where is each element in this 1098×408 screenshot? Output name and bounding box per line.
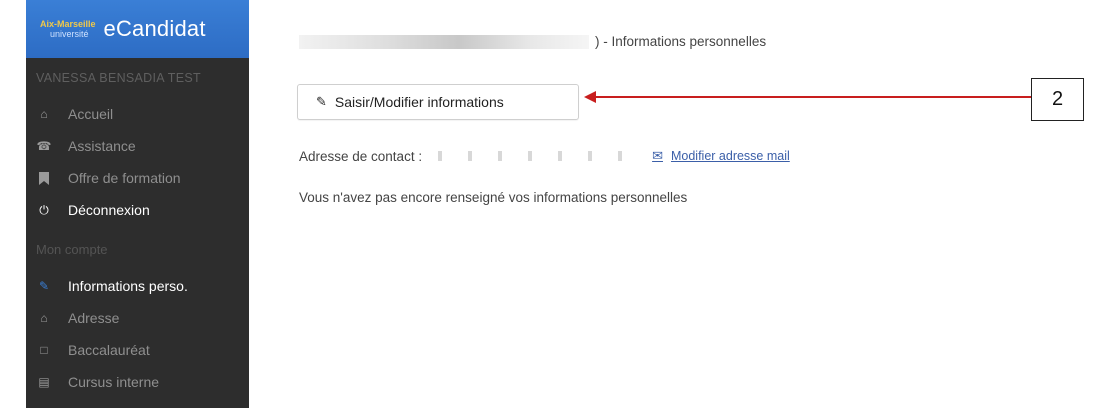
nav-label: Adresse <box>68 310 120 326</box>
institution-icon: ▤ <box>38 375 50 389</box>
brand-header[interactable]: Aix-Marseille université eCandidat <box>26 0 249 58</box>
page: Aix-Marseille université eCandidat VANES… <box>0 0 1098 408</box>
modify-mail-label: Modifier adresse mail <box>670 149 790 163</box>
bookmark-icon <box>36 170 52 186</box>
nav-label: Baccalauréat <box>68 342 150 358</box>
info-message: Vous n'avez pas encore renseigné vos inf… <box>299 190 688 205</box>
envelope-icon: ✉ <box>652 148 663 163</box>
nav-item-informations-perso[interactable]: ✎ Informations perso. <box>26 270 249 302</box>
nav-label: Informations perso. <box>68 278 188 294</box>
page-title-text: ) - Informations personnelles <box>595 34 767 49</box>
annotation-number-box: 2 <box>1031 78 1084 121</box>
main-content: ) - Informations personnelles ✎ Saisir/M… <box>249 0 1098 408</box>
graduation-icon: □ <box>40 343 48 357</box>
nav-item-cursus-interne[interactable]: ▤ Cursus interne <box>26 366 249 398</box>
nav-item-offre-formation[interactable]: Offre de formation <box>26 162 249 194</box>
sidebar: Aix-Marseille université eCandidat VANES… <box>26 0 249 408</box>
user-name: VANESSA BENSADIA TEST <box>36 71 201 85</box>
section-title-mon-compte: Mon compte <box>36 241 108 257</box>
redacted-name <box>299 34 589 49</box>
modify-mail-link[interactable]: ✉ Modifier adresse mail <box>652 148 790 164</box>
contact-label: Adresse de contact : <box>299 148 423 164</box>
edit-information-button[interactable]: ✎ Saisir/Modifier informations <box>297 84 579 120</box>
page-title: ) - Informations personnelles <box>299 34 766 49</box>
app-name: eCandidat <box>103 16 206 41</box>
nav-item-deconnexion[interactable]: ⏻ Déconnexion <box>26 194 249 226</box>
logo-line1: Aix-Marseille <box>40 19 96 29</box>
nav-label: Cursus interne <box>68 374 160 390</box>
power-icon: ⏻ <box>39 202 49 217</box>
logo-line2: université <box>50 29 89 39</box>
nav-label: Déconnexion <box>68 202 150 218</box>
pencil-icon: ✎ <box>38 279 50 293</box>
nav-label: Offre de formation <box>68 170 181 186</box>
redacted-email <box>424 151 635 161</box>
university-logo: Aix-Marseille université <box>40 19 96 39</box>
nav-label: Accueil <box>68 106 114 122</box>
annotation-arrow-line <box>591 96 1031 98</box>
nav-item-adresse[interactable]: ⌂ Adresse <box>26 302 249 334</box>
support-icon: ☎ <box>36 139 52 153</box>
nav-item-baccalaureat[interactable]: □ Baccalauréat <box>26 334 249 366</box>
pencil-icon: ✎ <box>316 94 327 109</box>
nav-item-assistance[interactable]: ☎ Assistance <box>26 130 249 162</box>
contact-row: Adresse de contact : ✉ Modifier adresse … <box>299 148 790 164</box>
home-icon: ⌂ <box>40 107 48 121</box>
nav-item-accueil[interactable]: ⌂ Accueil <box>26 98 249 130</box>
edit-button-label: Saisir/Modifier informations <box>334 94 504 110</box>
nav-label: Assistance <box>68 138 136 154</box>
home-icon: ⌂ <box>40 311 48 325</box>
